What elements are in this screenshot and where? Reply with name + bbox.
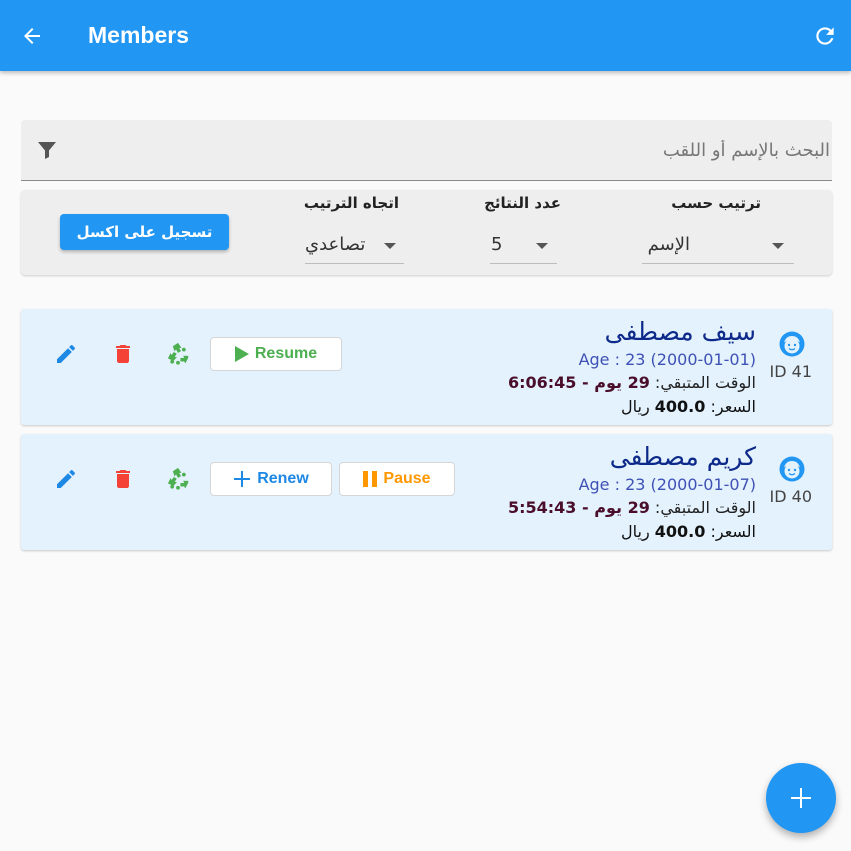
plus-icon [234,471,251,487]
sort-direction-dropdown[interactable]: تصاعدي [305,228,404,264]
refresh-button[interactable] [811,22,839,50]
edit-button[interactable] [51,464,81,494]
play-icon [234,346,249,362]
sort-controls-panel: ترتيب حسب الإسم عدد النتائج 5 اتجاه التر… [21,190,832,275]
sort-direction-label: اتجاه الترتيب [303,194,399,212]
pause-icon [363,471,378,487]
resume-label: Resume [254,345,318,362]
export-excel-button[interactable]: تسجيل على اكسل [60,214,229,250]
member-price: السعر: 400.0 ريال [621,522,756,541]
member-price: السعر: 400.0 ريال [621,397,756,416]
edit-button[interactable] [51,339,81,369]
add-member-button[interactable] [766,763,836,833]
pause-button[interactable]: Pause [339,462,455,496]
member-card: سيف مصطفى Age : 23 (2000-01-01) الوقت ال… [21,309,832,425]
filter-icon[interactable] [35,138,59,162]
results-count-label: عدد النتائج [484,194,561,212]
face-icon [779,456,805,482]
remaining-value: 29 يوم - 5:54:43 [507,498,650,517]
price-value: 400.0 [654,397,706,416]
pencil-icon [57,344,76,363]
search-input[interactable] [81,120,832,180]
results-count-dropdown[interactable]: 5 [490,228,557,264]
refresh-icon [816,27,834,45]
app-bar: Members [0,0,851,71]
renew-button[interactable]: Renew [210,462,332,496]
member-id: ID 41 [769,362,812,381]
member-remaining-time: الوقت المتبقي: 29 يوم - 5:54:43 [508,498,756,517]
member-name: سيف مصطفى [604,317,756,346]
recycle-icon [167,342,189,365]
recycle-icon [167,467,189,490]
chevron-down-icon [772,243,784,249]
member-card: كريم مصطفى Age : 23 (2000-01-07) الوقت ا… [21,434,832,550]
pause-label: Pause [383,470,431,487]
member-name: كريم مصطفى [609,442,756,471]
arrow-left-icon [24,28,40,44]
renew-label: Renew [257,470,309,487]
chevron-down-icon [536,243,548,249]
delete-button[interactable] [108,339,138,369]
delete-button[interactable] [108,464,138,494]
member-age: Age : 23 (2000-01-07) [578,475,756,494]
price-currency: ريال [620,522,650,541]
remaining-label: الوقت المتبقي: [654,498,756,517]
recycle-button[interactable] [163,464,193,494]
page-title: Members [88,22,189,48]
face-icon [779,331,805,357]
member-id: ID 40 [769,487,812,506]
sort-by-label: ترتيب حسب [671,194,761,212]
sort-direction-value: تصاعدي [305,234,366,255]
pencil-icon [57,469,76,488]
sort-by-dropdown[interactable]: الإسم [642,228,794,264]
price-currency: ريال [620,397,650,416]
resume-button[interactable]: Resume [210,337,342,371]
member-remaining-time: الوقت المتبقي: 29 يوم - 6:06:45 [508,373,756,392]
member-age: Age : 23 (2000-01-01) [578,350,756,369]
remaining-label: الوقت المتبقي: [654,373,756,392]
search-field [21,120,832,181]
price-label: السعر: [710,397,756,416]
results-count-value: 5 [491,234,503,255]
price-value: 400.0 [654,522,706,541]
remaining-value: 29 يوم - 6:06:45 [507,373,650,392]
back-button[interactable] [18,22,46,50]
price-label: السعر: [710,522,756,541]
trash-icon [116,470,130,488]
trash-icon [116,345,130,363]
chevron-down-icon [384,243,396,249]
recycle-button[interactable] [163,339,193,369]
plus-icon [791,788,811,808]
sort-by-value: الإسم [647,234,690,255]
